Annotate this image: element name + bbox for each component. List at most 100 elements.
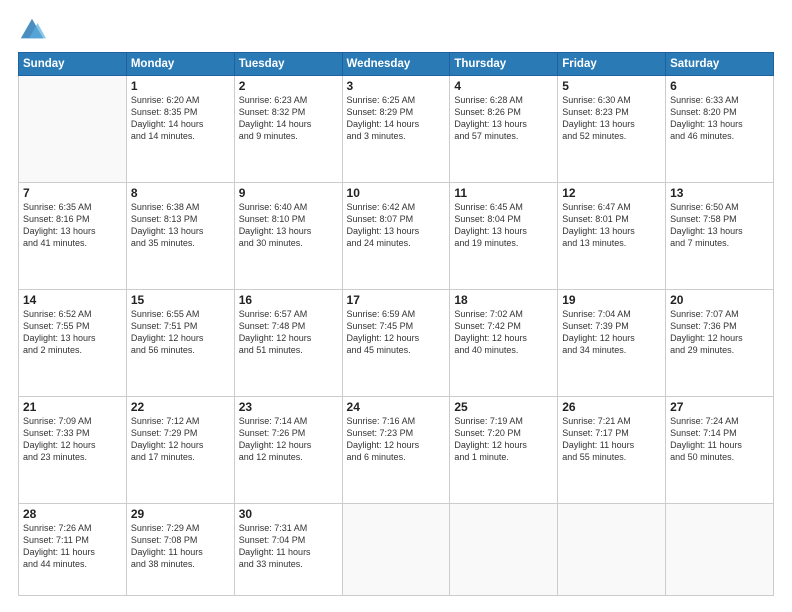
day-number: 8 [131,186,230,200]
day-number: 19 [562,293,661,307]
cell-content: Sunrise: 6:50 AM Sunset: 7:58 PM Dayligh… [670,201,769,250]
calendar-week-row: 1Sunrise: 6:20 AM Sunset: 8:35 PM Daylig… [19,76,774,183]
day-number: 12 [562,186,661,200]
cell-content: Sunrise: 7:16 AM Sunset: 7:23 PM Dayligh… [347,415,446,464]
calendar-cell: 17Sunrise: 6:59 AM Sunset: 7:45 PM Dayli… [342,289,450,396]
calendar-header-saturday: Saturday [666,53,774,76]
cell-content: Sunrise: 7:26 AM Sunset: 7:11 PM Dayligh… [23,522,122,571]
day-number: 30 [239,507,338,521]
cell-content: Sunrise: 6:20 AM Sunset: 8:35 PM Dayligh… [131,94,230,143]
calendar-header-sunday: Sunday [19,53,127,76]
cell-content: Sunrise: 6:55 AM Sunset: 7:51 PM Dayligh… [131,308,230,357]
day-number: 24 [347,400,446,414]
cell-content: Sunrise: 6:33 AM Sunset: 8:20 PM Dayligh… [670,94,769,143]
calendar-cell: 30Sunrise: 7:31 AM Sunset: 7:04 PM Dayli… [234,503,342,595]
cell-content: Sunrise: 6:42 AM Sunset: 8:07 PM Dayligh… [347,201,446,250]
cell-content: Sunrise: 6:47 AM Sunset: 8:01 PM Dayligh… [562,201,661,250]
day-number: 27 [670,400,769,414]
day-number: 23 [239,400,338,414]
cell-content: Sunrise: 6:25 AM Sunset: 8:29 PM Dayligh… [347,94,446,143]
day-number: 17 [347,293,446,307]
calendar-cell [342,503,450,595]
calendar-cell [450,503,558,595]
day-number: 4 [454,79,553,93]
day-number: 13 [670,186,769,200]
header [18,16,774,44]
calendar-cell: 22Sunrise: 7:12 AM Sunset: 7:29 PM Dayli… [126,396,234,503]
day-number: 26 [562,400,661,414]
calendar-cell: 10Sunrise: 6:42 AM Sunset: 8:07 PM Dayli… [342,182,450,289]
day-number: 2 [239,79,338,93]
cell-content: Sunrise: 6:40 AM Sunset: 8:10 PM Dayligh… [239,201,338,250]
day-number: 29 [131,507,230,521]
calendar-cell: 29Sunrise: 7:29 AM Sunset: 7:08 PM Dayli… [126,503,234,595]
calendar-week-row: 14Sunrise: 6:52 AM Sunset: 7:55 PM Dayli… [19,289,774,396]
logo-icon [18,16,46,44]
logo [18,16,50,44]
calendar-cell: 19Sunrise: 7:04 AM Sunset: 7:39 PM Dayli… [558,289,666,396]
cell-content: Sunrise: 7:19 AM Sunset: 7:20 PM Dayligh… [454,415,553,464]
calendar-cell: 18Sunrise: 7:02 AM Sunset: 7:42 PM Dayli… [450,289,558,396]
cell-content: Sunrise: 7:09 AM Sunset: 7:33 PM Dayligh… [23,415,122,464]
calendar-header-thursday: Thursday [450,53,558,76]
calendar-cell: 26Sunrise: 7:21 AM Sunset: 7:17 PM Dayli… [558,396,666,503]
calendar-header-wednesday: Wednesday [342,53,450,76]
cell-content: Sunrise: 7:04 AM Sunset: 7:39 PM Dayligh… [562,308,661,357]
calendar-cell: 7Sunrise: 6:35 AM Sunset: 8:16 PM Daylig… [19,182,127,289]
cell-content: Sunrise: 6:35 AM Sunset: 8:16 PM Dayligh… [23,201,122,250]
calendar-cell: 12Sunrise: 6:47 AM Sunset: 8:01 PM Dayli… [558,182,666,289]
calendar-week-row: 7Sunrise: 6:35 AM Sunset: 8:16 PM Daylig… [19,182,774,289]
calendar-cell: 5Sunrise: 6:30 AM Sunset: 8:23 PM Daylig… [558,76,666,183]
day-number: 28 [23,507,122,521]
cell-content: Sunrise: 6:59 AM Sunset: 7:45 PM Dayligh… [347,308,446,357]
day-number: 6 [670,79,769,93]
cell-content: Sunrise: 6:38 AM Sunset: 8:13 PM Dayligh… [131,201,230,250]
calendar-cell: 27Sunrise: 7:24 AM Sunset: 7:14 PM Dayli… [666,396,774,503]
calendar-header-monday: Monday [126,53,234,76]
day-number: 21 [23,400,122,414]
day-number: 20 [670,293,769,307]
day-number: 18 [454,293,553,307]
cell-content: Sunrise: 6:30 AM Sunset: 8:23 PM Dayligh… [562,94,661,143]
cell-content: Sunrise: 6:28 AM Sunset: 8:26 PM Dayligh… [454,94,553,143]
day-number: 11 [454,186,553,200]
calendar-cell: 2Sunrise: 6:23 AM Sunset: 8:32 PM Daylig… [234,76,342,183]
cell-content: Sunrise: 6:52 AM Sunset: 7:55 PM Dayligh… [23,308,122,357]
calendar-cell: 21Sunrise: 7:09 AM Sunset: 7:33 PM Dayli… [19,396,127,503]
calendar-cell: 28Sunrise: 7:26 AM Sunset: 7:11 PM Dayli… [19,503,127,595]
day-number: 1 [131,79,230,93]
day-number: 14 [23,293,122,307]
calendar-cell: 20Sunrise: 7:07 AM Sunset: 7:36 PM Dayli… [666,289,774,396]
calendar-header-friday: Friday [558,53,666,76]
cell-content: Sunrise: 7:24 AM Sunset: 7:14 PM Dayligh… [670,415,769,464]
day-number: 9 [239,186,338,200]
cell-content: Sunrise: 7:21 AM Sunset: 7:17 PM Dayligh… [562,415,661,464]
calendar-cell: 9Sunrise: 6:40 AM Sunset: 8:10 PM Daylig… [234,182,342,289]
calendar-week-row: 28Sunrise: 7:26 AM Sunset: 7:11 PM Dayli… [19,503,774,595]
cell-content: Sunrise: 7:02 AM Sunset: 7:42 PM Dayligh… [454,308,553,357]
cell-content: Sunrise: 7:29 AM Sunset: 7:08 PM Dayligh… [131,522,230,571]
calendar-cell: 3Sunrise: 6:25 AM Sunset: 8:29 PM Daylig… [342,76,450,183]
cell-content: Sunrise: 7:07 AM Sunset: 7:36 PM Dayligh… [670,308,769,357]
calendar-cell: 4Sunrise: 6:28 AM Sunset: 8:26 PM Daylig… [450,76,558,183]
calendar-week-row: 21Sunrise: 7:09 AM Sunset: 7:33 PM Dayli… [19,396,774,503]
day-number: 3 [347,79,446,93]
cell-content: Sunrise: 7:14 AM Sunset: 7:26 PM Dayligh… [239,415,338,464]
calendar-cell: 24Sunrise: 7:16 AM Sunset: 7:23 PM Dayli… [342,396,450,503]
day-number: 10 [347,186,446,200]
calendar-cell: 8Sunrise: 6:38 AM Sunset: 8:13 PM Daylig… [126,182,234,289]
calendar-cell [19,76,127,183]
day-number: 5 [562,79,661,93]
day-number: 15 [131,293,230,307]
calendar-cell: 15Sunrise: 6:55 AM Sunset: 7:51 PM Dayli… [126,289,234,396]
cell-content: Sunrise: 6:45 AM Sunset: 8:04 PM Dayligh… [454,201,553,250]
calendar-cell: 16Sunrise: 6:57 AM Sunset: 7:48 PM Dayli… [234,289,342,396]
day-number: 22 [131,400,230,414]
cell-content: Sunrise: 7:31 AM Sunset: 7:04 PM Dayligh… [239,522,338,571]
day-number: 25 [454,400,553,414]
calendar-cell: 14Sunrise: 6:52 AM Sunset: 7:55 PM Dayli… [19,289,127,396]
calendar-header-tuesday: Tuesday [234,53,342,76]
page: SundayMondayTuesdayWednesdayThursdayFrid… [0,0,792,612]
calendar-cell: 25Sunrise: 7:19 AM Sunset: 7:20 PM Dayli… [450,396,558,503]
calendar-cell [558,503,666,595]
